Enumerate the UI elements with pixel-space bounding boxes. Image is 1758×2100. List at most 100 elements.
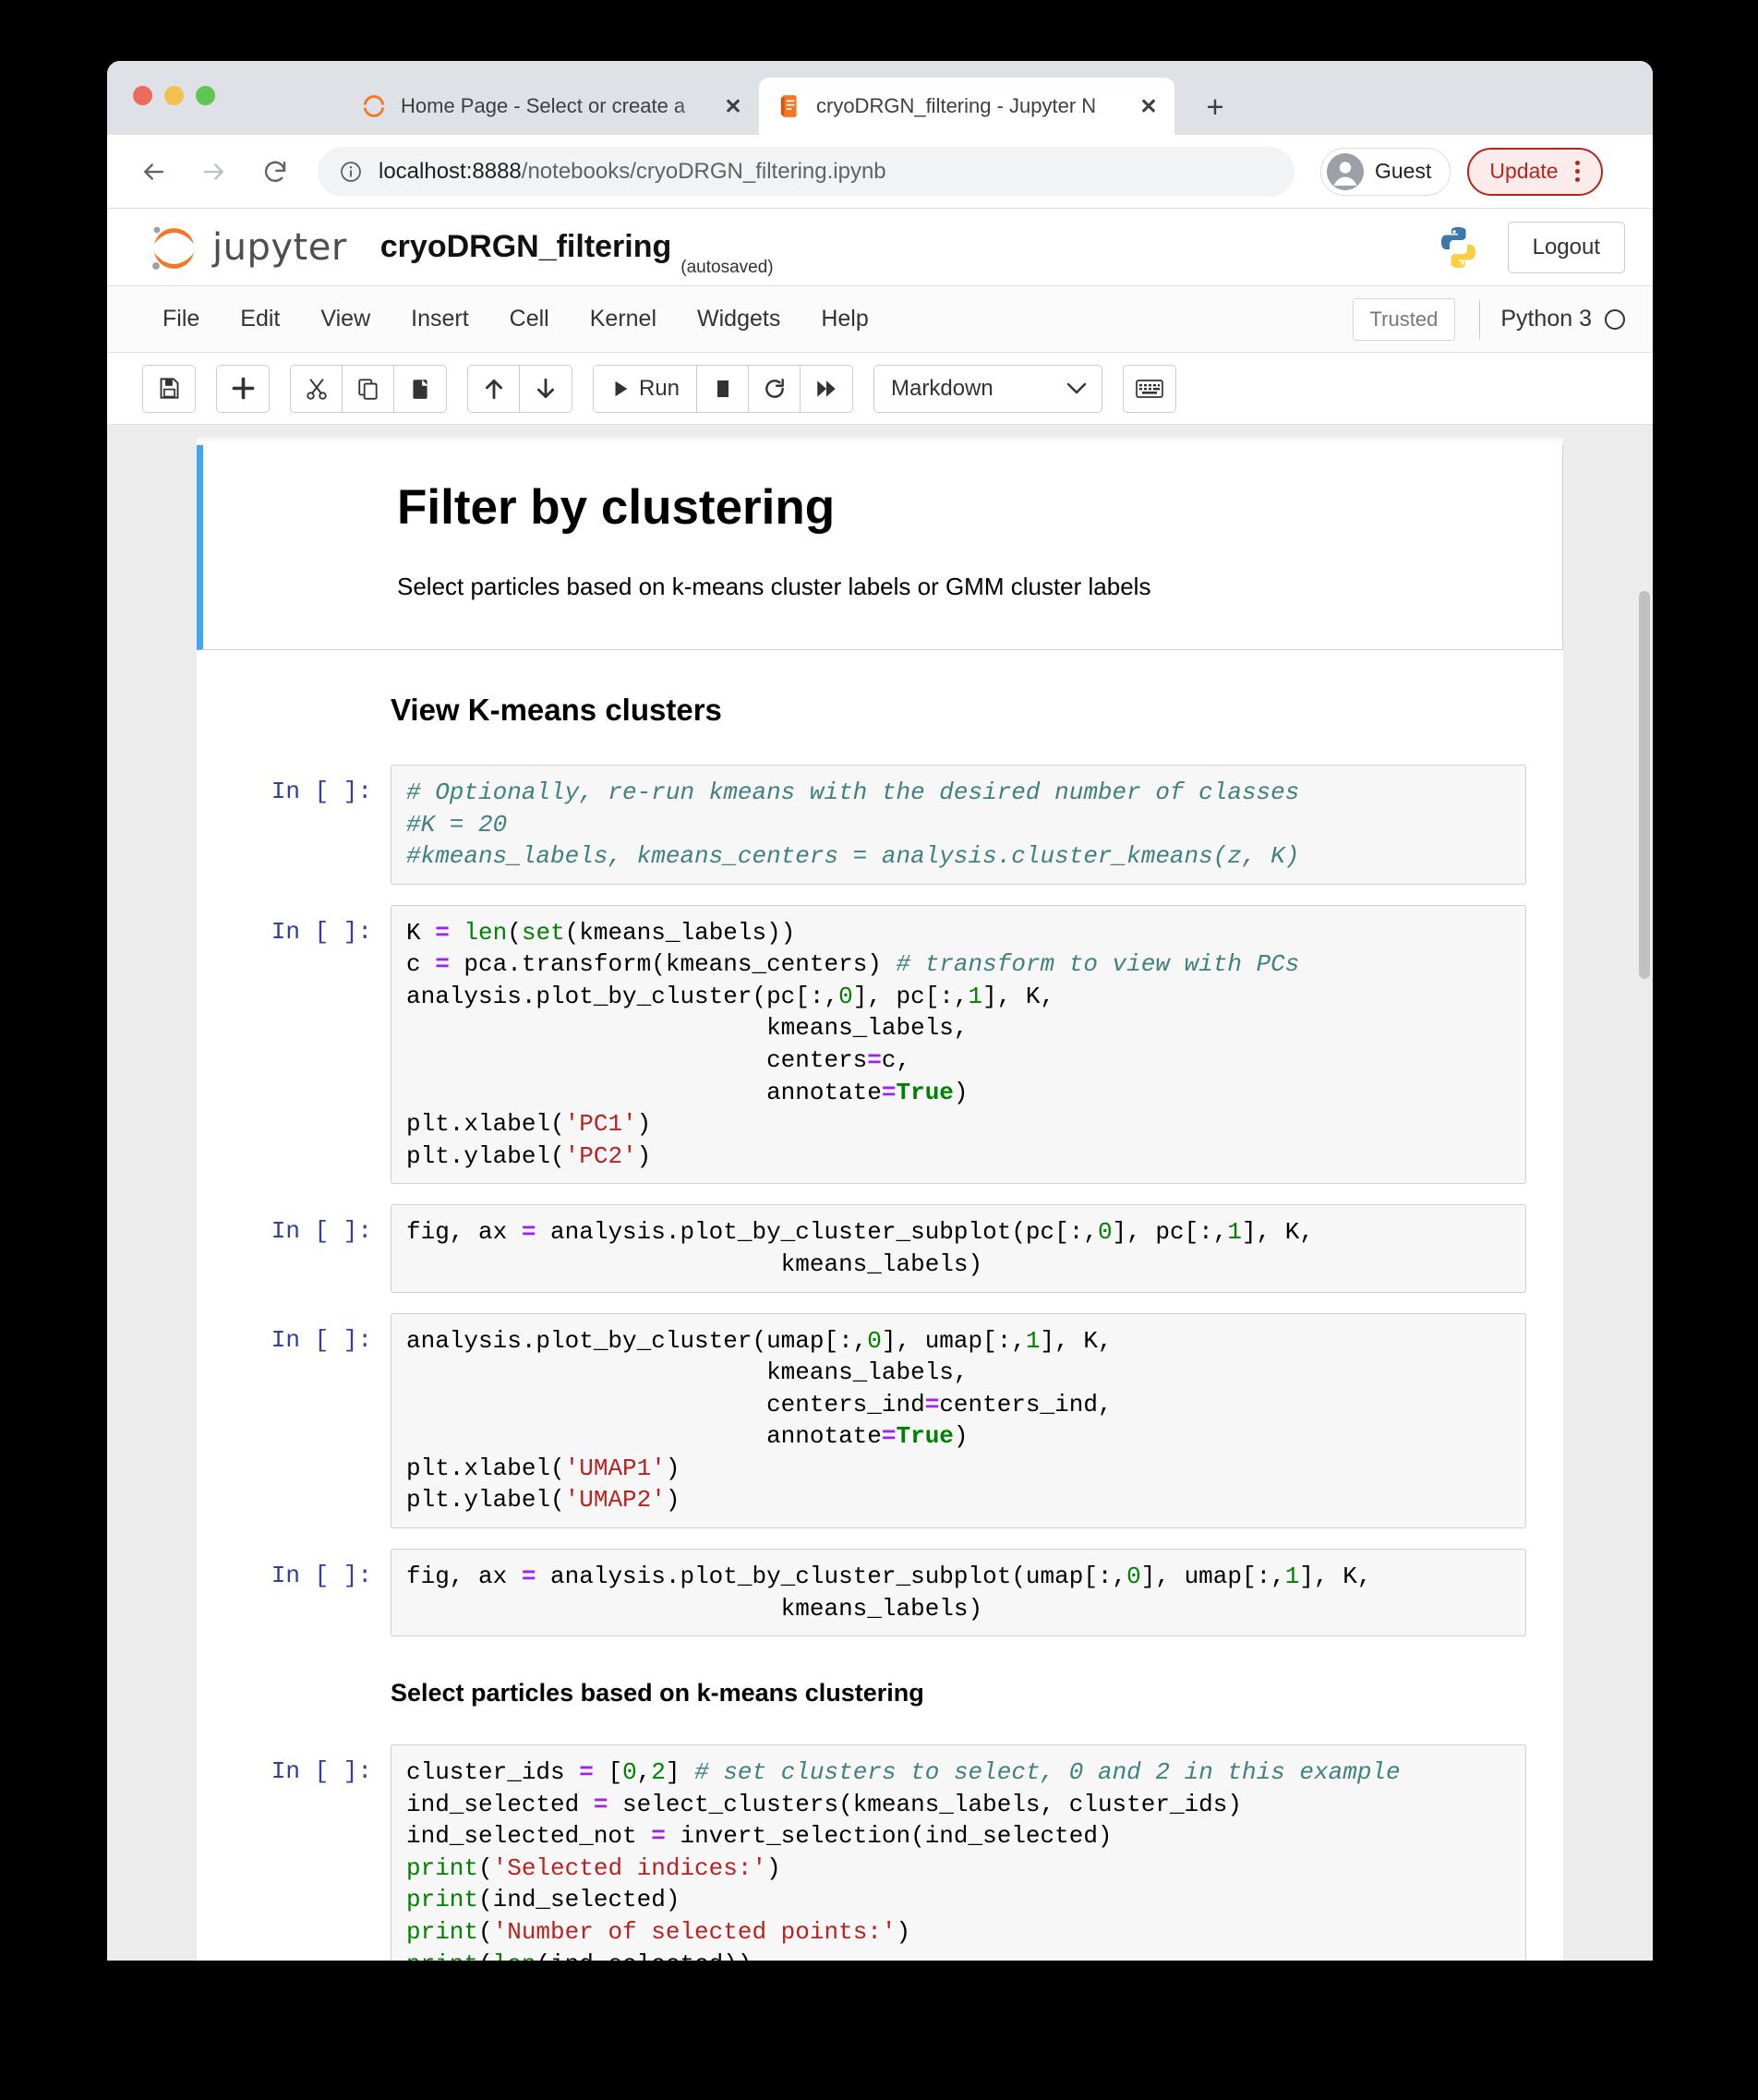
stop-icon[interactable] [697, 365, 750, 412]
code-editor[interactable]: cluster_ids = [0,2] # set clusters to se… [391, 1744, 1526, 1961]
close-icon[interactable]: ✕ [720, 93, 746, 119]
menu-edit[interactable]: Edit [220, 296, 300, 342]
restart-icon[interactable] [749, 365, 801, 412]
browser-window: Home Page - Select or create a ✕ cryoDRG… [107, 61, 1653, 1961]
code-editor[interactable]: fig, ax = analysis.plot_by_cluster_subpl… [391, 1548, 1526, 1637]
toolbar-group-keyboard [1123, 364, 1177, 413]
scrollbar-thumb[interactable] [1639, 591, 1650, 979]
close-window-button[interactable] [133, 86, 152, 105]
close-icon[interactable]: ✕ [1136, 93, 1162, 119]
cell-prompt: In [ ]: [271, 1757, 372, 1786]
browser-tab-strip: Home Page - Select or create a ✕ cryoDRG… [107, 61, 1653, 135]
section-heading-view-kmeans: View K-means clusters [391, 693, 722, 727]
notebook-favicon-icon [777, 94, 801, 118]
minimize-window-button[interactable] [164, 86, 184, 105]
markdown-title-cell[interactable]: Filter by clustering Select particles ba… [197, 438, 1563, 650]
code-line: c = pca.transform(kmeans_centers) # tran… [406, 950, 1300, 979]
address-url-text: localhost:8888/notebooks/cryoDRGN_filter… [379, 159, 886, 185]
notebook-title[interactable]: cryoDRGN_filtering [380, 229, 672, 265]
divider [1479, 299, 1481, 339]
profile-button[interactable]: Guest [1320, 147, 1451, 196]
code-editor[interactable]: fig, ax = analysis.plot_by_cluster_subpl… [391, 1204, 1526, 1293]
trusted-badge[interactable]: Trusted [1352, 297, 1456, 341]
code-line: centers_ind=centers_ind, [406, 1390, 1113, 1418]
avatar [1327, 152, 1364, 190]
markdown-heading-cell-1[interactable]: View K-means clusters [197, 650, 1563, 744]
menu-widgets[interactable]: Widgets [677, 296, 801, 342]
markdown-heading-cell-2[interactable]: Select particles based on k-means cluste… [197, 1636, 1563, 1724]
cut-icon[interactable] [291, 365, 343, 412]
python-logo-icon [1434, 223, 1484, 272]
cell-prompt: In [ ]: [271, 778, 372, 805]
code-cell-plot-umap[interactable]: In [ ]: analysis.plot_by_cluster(umap[:,… [197, 1293, 1563, 1528]
code-line: kmeans_labels, [406, 1014, 969, 1043]
menu-help[interactable]: Help [801, 296, 888, 342]
jupyter-header: jupyter cryoDRGN_filtering (autosaved) L… [107, 209, 1653, 286]
save-icon[interactable] [143, 365, 195, 412]
code-line: analysis.plot_by_cluster(pc[:,0], pc[:,1… [406, 982, 1055, 1010]
code-cell-subplot-umap[interactable]: In [ ]: fig, ax = analysis.plot_by_clust… [197, 1528, 1563, 1637]
code-line: annotate=True) [406, 1422, 969, 1451]
menu-insert[interactable]: Insert [391, 296, 489, 342]
code-line: print(len(ind_selected)) [406, 1950, 752, 1961]
menu-view[interactable]: View [300, 296, 391, 342]
window-traffic-lights [133, 86, 215, 105]
toolbar-group-save [142, 364, 196, 413]
run-button[interactable]: Run [594, 365, 698, 412]
jupyter-favicon-icon [362, 94, 386, 118]
code-cell-subplot-pca[interactable]: In [ ]: fig, ax = analysis.plot_by_clust… [197, 1184, 1563, 1293]
code-editor[interactable]: analysis.plot_by_cluster(umap[:,0], umap… [391, 1312, 1526, 1528]
keyboard-icon[interactable] [1124, 365, 1176, 412]
cell-prompt: In [ ]: [271, 1561, 372, 1589]
forward-arrow-icon[interactable] [192, 150, 236, 194]
jupyter-wordmark[interactable]: jupyter [212, 226, 347, 269]
reload-icon[interactable] [253, 150, 297, 194]
code-line: plt.xlabel('PC1') [406, 1110, 652, 1139]
kernel-idle-indicator-icon [1605, 308, 1625, 330]
code-cell-select-clusters[interactable]: In [ ]: cluster_ids = [0,2] # set cluste… [197, 1724, 1563, 1961]
jupyter-menu-bar: File Edit View Insert Cell Kernel Widget… [107, 286, 1653, 353]
code-editor[interactable]: K = len(set(kmeans_labels)) c = pca.tran… [391, 904, 1526, 1185]
browser-tab-title: cryoDRGN_filtering - Jupyter N [816, 94, 1097, 117]
code-line: analysis.plot_by_cluster(umap[:,0], umap… [406, 1326, 1113, 1355]
code-editor[interactable]: # Optionally, re-run kmeans with the des… [391, 765, 1526, 885]
info-circle-icon[interactable] [338, 159, 364, 185]
jupyter-logo-icon[interactable] [146, 221, 205, 274]
paste-icon[interactable] [394, 365, 446, 412]
menu-kernel[interactable]: Kernel [570, 296, 677, 342]
url-host: localhost:8888 [379, 158, 522, 184]
code-line: cluster_ids = [0,2] # set clusters to se… [406, 1758, 1401, 1787]
code-line: kmeans_labels) [406, 1594, 983, 1623]
kebab-menu-icon[interactable] [1566, 161, 1590, 182]
logout-button[interactable]: Logout [1507, 221, 1625, 273]
new-tab-button[interactable]: + [1195, 86, 1235, 127]
menu-file[interactable]: File [142, 296, 220, 342]
fast-forward-icon[interactable] [801, 365, 853, 412]
code-line: ind_selected = select_clusters(kmeans_la… [406, 1790, 1242, 1818]
code-line: # Optionally, re-run kmeans with the des… [406, 778, 1300, 806]
notebook-scroll-region[interactable]: Filter by clustering Select particles ba… [107, 425, 1653, 1961]
browser-tab-home[interactable]: Home Page - Select or create a ✕ [343, 78, 759, 135]
jupyter-toolbar: Run Markdown [107, 353, 1653, 425]
run-label: Run [639, 375, 680, 401]
arrow-up-icon[interactable] [468, 365, 520, 412]
cell-prompt: In [ ]: [271, 917, 372, 946]
autosave-status: (autosaved) [680, 258, 774, 277]
maximize-window-button[interactable] [196, 86, 215, 105]
cell-prompt: In [ ]: [271, 1325, 372, 1354]
page-scrollbar[interactable] [1638, 425, 1651, 1961]
code-line: centers=c, [406, 1046, 911, 1075]
arrow-down-icon[interactable] [520, 365, 572, 412]
copy-icon[interactable] [343, 365, 394, 412]
code-line: kmeans_labels) [406, 1249, 983, 1278]
browser-tab-notebook[interactable]: cryoDRGN_filtering - Jupyter N ✕ [759, 78, 1174, 135]
code-line: fig, ax = analysis.plot_by_cluster_subpl… [406, 1218, 1314, 1247]
code-cell-kmeans-rerun[interactable]: In [ ]: # Optionally, re-run kmeans with… [197, 744, 1563, 885]
code-cell-plot-pca[interactable]: In [ ]: K = len(set(kmeans_labels)) c = … [197, 885, 1563, 1185]
update-button[interactable]: Update [1467, 147, 1603, 196]
back-arrow-icon[interactable] [131, 150, 175, 194]
add-icon[interactable] [217, 365, 269, 412]
menu-cell[interactable]: Cell [489, 296, 570, 342]
cell-type-select[interactable]: Markdown [873, 364, 1103, 413]
address-input[interactable]: localhost:8888/notebooks/cryoDRGN_filter… [318, 146, 1294, 197]
